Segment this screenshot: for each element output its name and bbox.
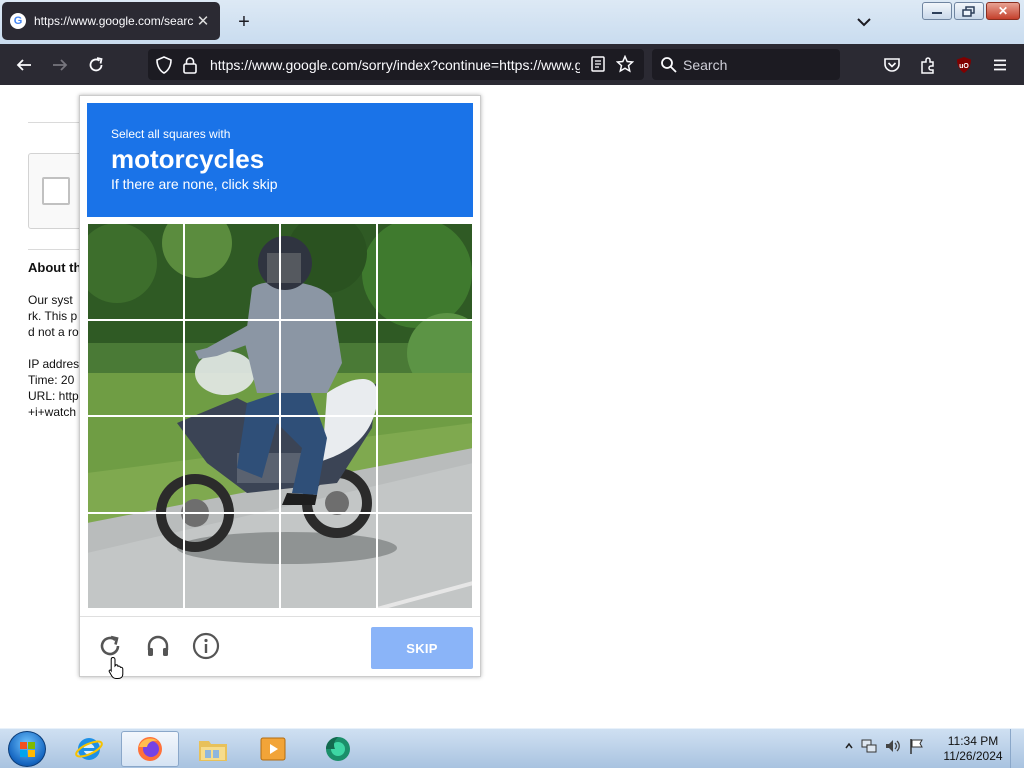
url-text[interactable]: https://www.google.com/sorry/index?conti…	[210, 57, 580, 73]
google-favicon-icon: G	[10, 13, 26, 29]
image-grid	[87, 223, 473, 609]
back-button[interactable]	[12, 53, 36, 77]
forward-arrow-icon	[53, 59, 68, 71]
clock-time: 11:34 PM	[947, 734, 999, 748]
grid-tile[interactable]	[280, 319, 377, 416]
browser-tab[interactable]: G https://www.google.com/search ✕	[2, 2, 220, 40]
windows-logo-icon	[20, 742, 35, 757]
taskbar-media-player[interactable]	[244, 731, 302, 767]
minimize-icon	[932, 12, 942, 14]
audio-challenge-button[interactable]	[144, 632, 172, 660]
skip-button[interactable]: SKIP	[371, 627, 473, 669]
browser-app-icon	[326, 737, 350, 761]
back-arrow-icon	[16, 59, 31, 71]
forward-button[interactable]	[48, 53, 72, 77]
instruction-text: Select all squares with	[111, 127, 231, 141]
grid-tile[interactable]	[376, 512, 473, 609]
pocket-icon	[884, 58, 900, 72]
grid-tile[interactable]	[87, 223, 184, 320]
action-center-flag-icon[interactable]	[908, 737, 924, 755]
media-player-icon	[260, 737, 286, 761]
grid-tile[interactable]	[376, 223, 473, 320]
challenge-header: Select all squares with motorcycles If t…	[87, 103, 473, 217]
tab-strip: G https://www.google.com/search ✕ + ✕	[0, 0, 1024, 44]
puzzle-piece-icon	[921, 57, 934, 74]
close-icon: ✕	[997, 4, 1009, 18]
page-text-line: +i+watch	[28, 405, 77, 419]
grid-tile[interactable]	[183, 416, 280, 513]
grid-tile[interactable]	[280, 223, 377, 320]
page-text-line: IP addres	[28, 357, 80, 371]
taskbar: 11:34 PM 11/26/2024	[0, 728, 1024, 768]
minimize-button[interactable]	[922, 2, 952, 20]
bookmark-star-icon[interactable]	[616, 55, 634, 73]
grid-tile[interactable]	[183, 223, 280, 320]
firefox-icon	[138, 737, 162, 761]
recaptcha-challenge-dialog: Select all squares with motorcycles If t…	[79, 95, 481, 677]
svg-text:uO: uO	[959, 63, 969, 70]
show-hidden-icons-arrow-icon[interactable]	[844, 741, 854, 751]
new-tab-button[interactable]: +	[232, 10, 256, 34]
grid-tile[interactable]	[183, 512, 280, 609]
reader-view-icon[interactable]	[590, 55, 606, 73]
close-tab-icon[interactable]: ✕	[194, 12, 212, 30]
grid-tile[interactable]	[87, 512, 184, 609]
recaptcha-checkbox[interactable]	[42, 177, 70, 205]
network-icon[interactable]	[860, 737, 878, 755]
hand-pointer-cursor-icon	[108, 656, 124, 679]
page-text-line: Time: 20	[28, 373, 75, 387]
extensions-button[interactable]	[916, 53, 940, 77]
reload-page-button[interactable]	[84, 53, 108, 77]
taskbar-file-explorer[interactable]	[184, 731, 242, 767]
ublock-origin-button[interactable]: uO	[952, 53, 976, 77]
challenge-footer: SKIP	[80, 616, 480, 677]
skip-hint-text: If there are none, click skip	[111, 176, 278, 192]
ublock-origin-icon: uO	[957, 57, 971, 73]
restore-icon	[962, 5, 975, 17]
close-window-button[interactable]: ✕	[986, 2, 1020, 20]
taskbar-firefox[interactable]	[121, 731, 179, 767]
grid-tile[interactable]	[183, 319, 280, 416]
tab-list-chevron-icon[interactable]	[854, 12, 874, 32]
lock-icon[interactable]	[182, 56, 198, 74]
window-controls: ✕	[922, 2, 1020, 20]
page-text-line: d not a ro	[28, 325, 79, 339]
taskbar-clock[interactable]: 11:34 PM 11/26/2024	[940, 734, 1006, 764]
headphones-icon	[147, 635, 169, 656]
app-menu-button[interactable]	[988, 53, 1012, 77]
search-icon	[661, 57, 677, 73]
taskbar-browser-app[interactable]	[308, 731, 366, 767]
folder-icon	[199, 741, 227, 761]
pocket-button[interactable]	[880, 53, 904, 77]
start-button[interactable]	[8, 731, 46, 767]
clock-date: 11/26/2024	[943, 749, 1003, 763]
search-field[interactable]: Search	[652, 49, 840, 80]
system-tray	[844, 737, 924, 755]
show-desktop-button[interactable]	[1010, 729, 1024, 768]
page-text-line: Our syst	[28, 293, 73, 307]
page-text-line: rk. This p	[28, 309, 78, 323]
page-text-line: URL: http	[28, 389, 79, 403]
hamburger-menu-icon	[994, 59, 1006, 71]
internet-explorer-icon	[75, 738, 103, 760]
grid-tile[interactable]	[87, 319, 184, 416]
about-heading: About th	[28, 260, 82, 275]
tracking-protection-shield-icon[interactable]	[156, 55, 172, 74]
restore-button[interactable]	[954, 2, 984, 20]
tab-title: https://www.google.com/search	[34, 14, 194, 28]
volume-icon[interactable]	[884, 737, 902, 755]
info-icon	[192, 632, 220, 660]
address-bar[interactable]: https://www.google.com/sorry/index?conti…	[148, 49, 644, 80]
reload-icon	[89, 57, 103, 72]
help-button[interactable]	[192, 632, 220, 660]
grid-tile[interactable]	[376, 319, 473, 416]
taskbar-internet-explorer[interactable]	[60, 731, 118, 767]
grid-tile[interactable]	[280, 416, 377, 513]
navigation-toolbar: https://www.google.com/sorry/index?conti…	[0, 44, 1024, 85]
search-placeholder: Search	[683, 57, 728, 73]
grid-tile[interactable]	[376, 416, 473, 513]
grid-tile[interactable]	[280, 512, 377, 609]
target-object-label: motorcycles	[111, 144, 265, 174]
grid-tile[interactable]	[87, 416, 184, 513]
